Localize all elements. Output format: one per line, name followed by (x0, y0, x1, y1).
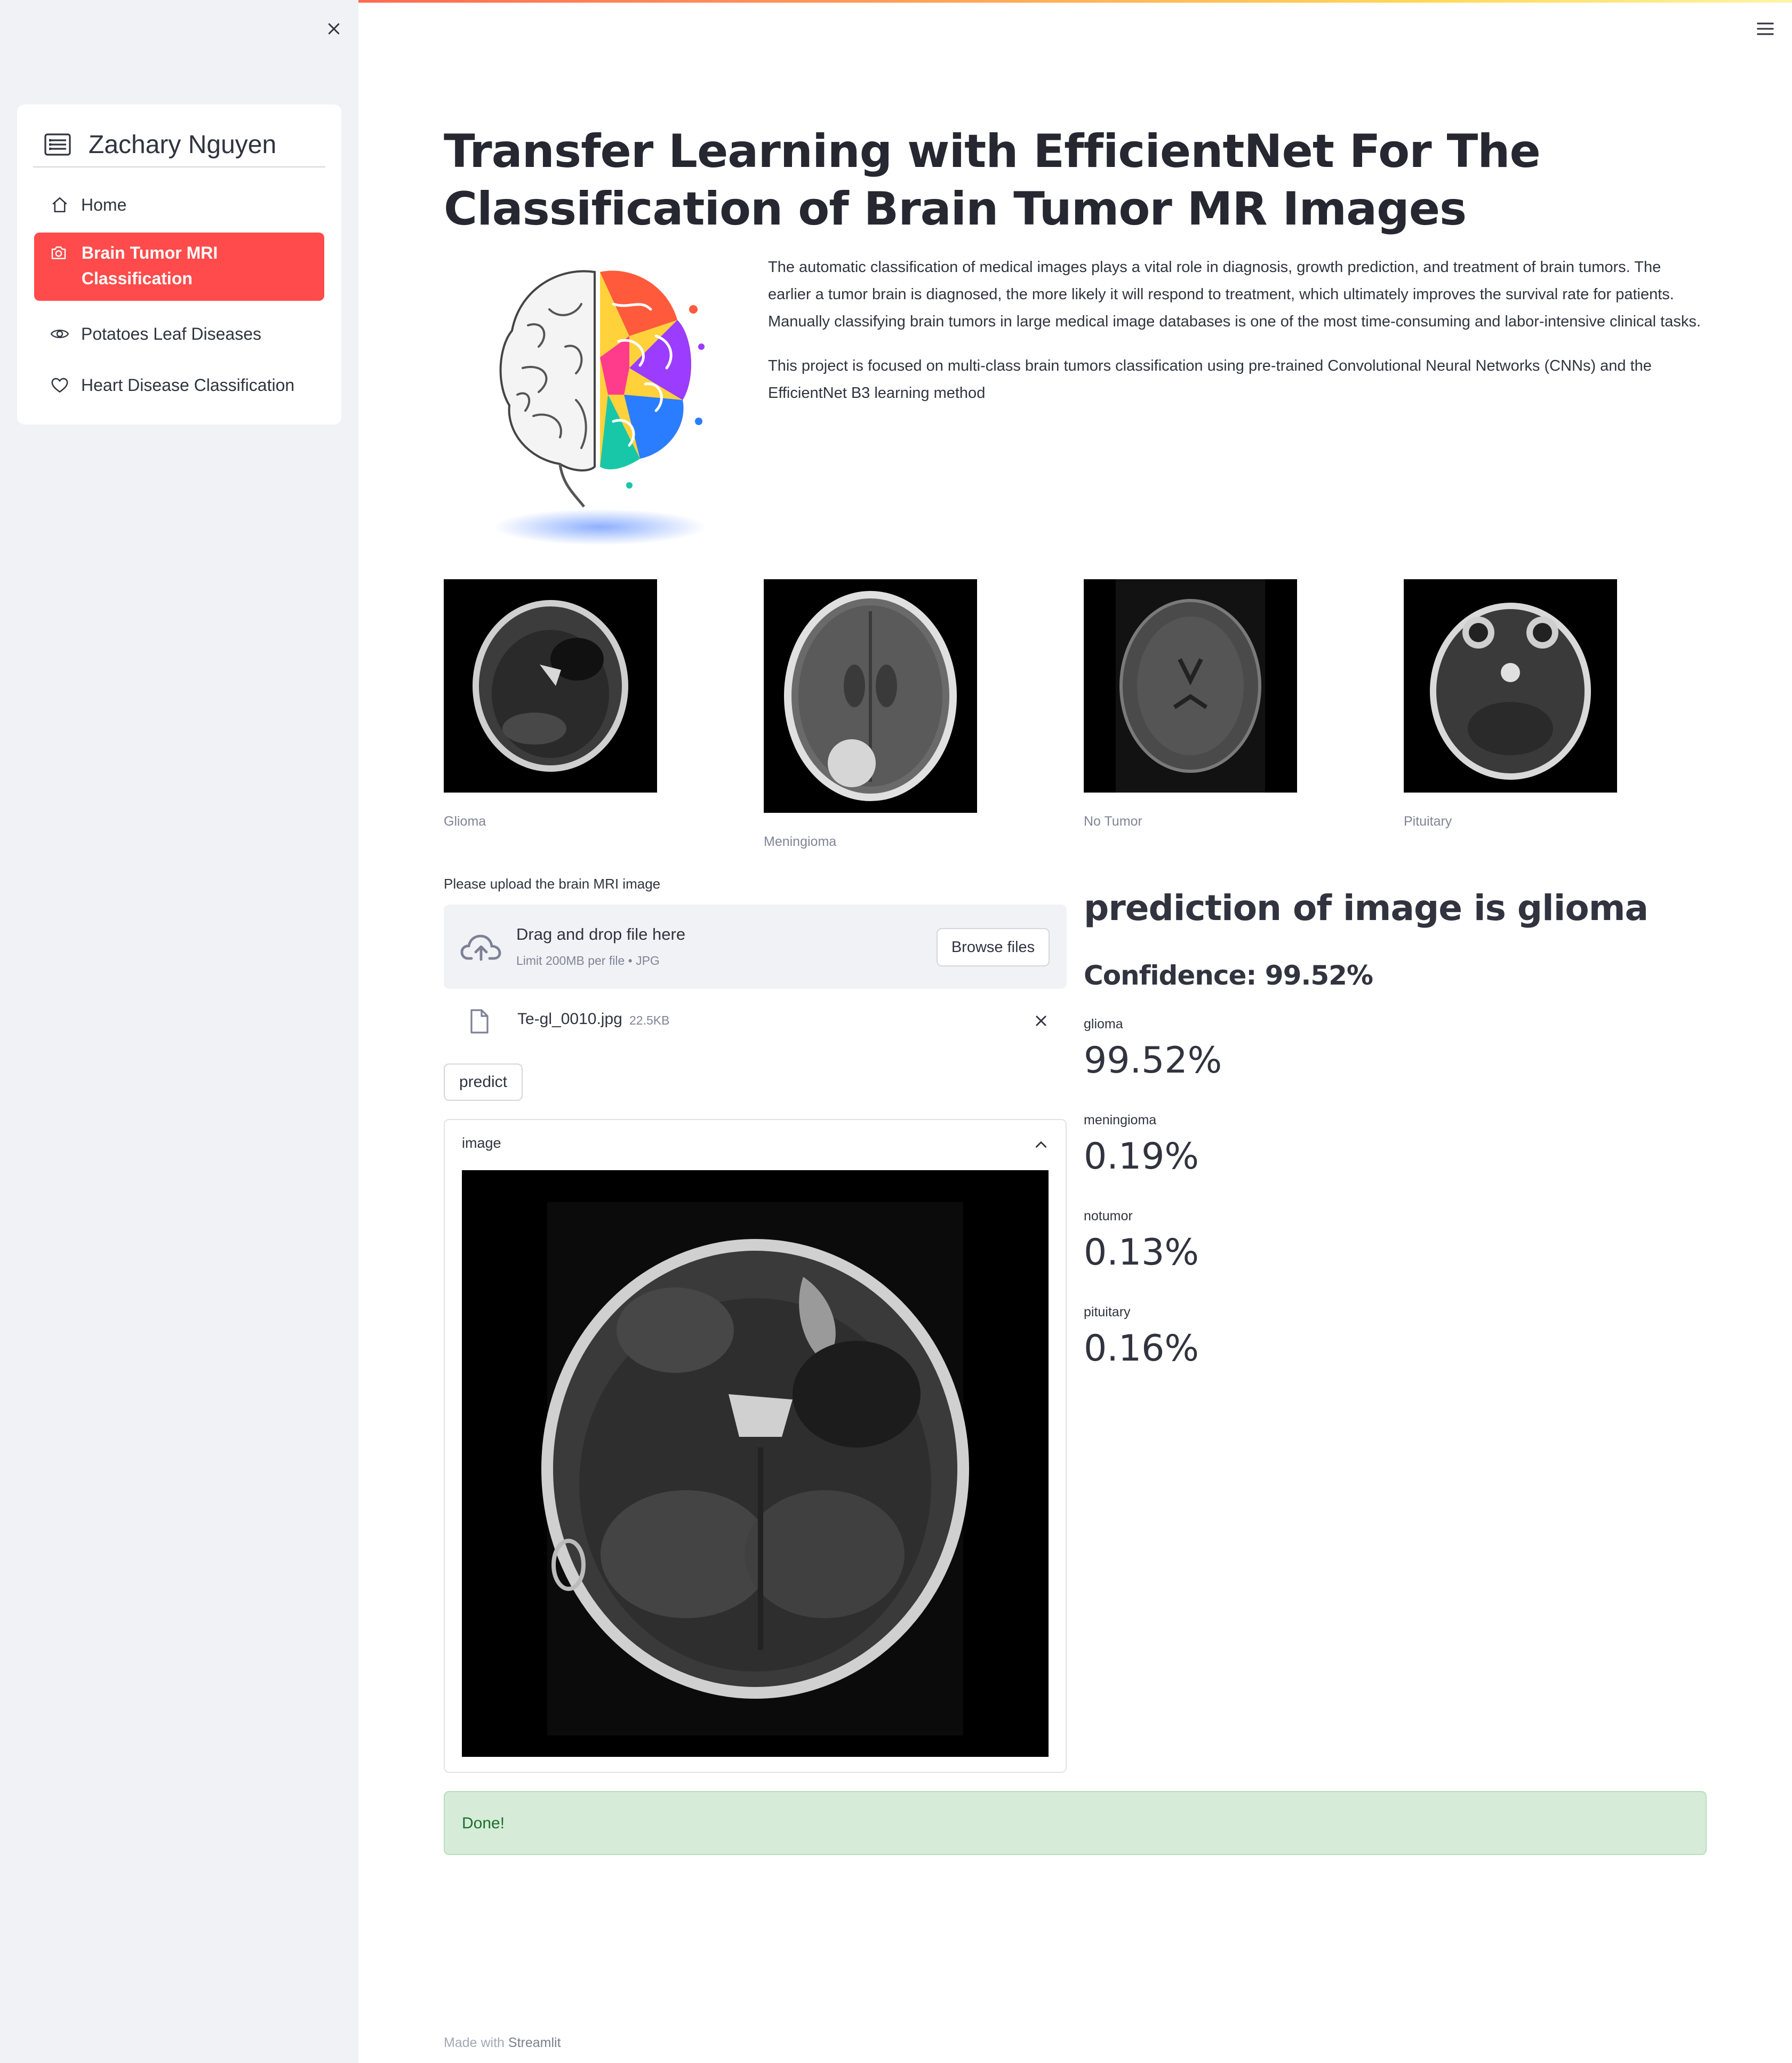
footer-prefix: Made with (444, 2035, 505, 2050)
option-menu: Zachary Nguyen Home Brain Tumor MRI Clas… (17, 105, 341, 425)
metric-value: 0.19% (1084, 1136, 1199, 1178)
hamburger-icon (1757, 22, 1774, 35)
sidebar: Zachary Nguyen Home Brain Tumor MRI Clas… (0, 0, 358, 2063)
sample-caption: Pituitary (1404, 814, 1452, 829)
metric-glioma: glioma 99.52% (1084, 1017, 1222, 1082)
predict-button[interactable]: predict (444, 1064, 523, 1101)
house-icon (49, 194, 70, 215)
expander-label[interactable]: image (462, 1135, 501, 1152)
metric-label: glioma (1084, 1017, 1123, 1032)
file-name: Te-gl_0010.jpg (517, 1010, 622, 1028)
success-alert: Done! (444, 1791, 1707, 1855)
metric-value: 99.52% (1084, 1040, 1222, 1082)
menu-title: Zachary Nguyen (89, 130, 277, 159)
cloud-upload-icon (460, 934, 501, 961)
metric-notumor: notumor 0.13% (1084, 1209, 1199, 1274)
uploaded-mri-image (462, 1170, 1049, 1757)
menu-header: Zachary Nguyen (33, 123, 325, 167)
mri-image (444, 579, 657, 793)
sample-pituitary: Pituitary (1404, 579, 1617, 829)
dropzone-title: Drag and drop file here (516, 925, 686, 943)
metric-label: pituitary (1084, 1305, 1131, 1320)
heart-icon (49, 374, 70, 396)
page-title: Transfer Learning with EfficientNet For … (444, 125, 1541, 236)
success-message: Done! (462, 1814, 505, 1832)
sample-no-tumor: No Tumor (1084, 579, 1297, 829)
brain-illustration (469, 261, 725, 549)
intro-paragraph: This project is focused on multi-class b… (768, 357, 1652, 402)
mri-image (1404, 579, 1617, 793)
browse-files-button[interactable]: Browse files (937, 928, 1050, 966)
file-dropzone[interactable]: Drag and drop file here Limit 200MB per … (444, 905, 1067, 989)
prediction-title: prediction of image is glioma (1084, 887, 1649, 929)
footer: Made with Streamlit (444, 2035, 561, 2051)
metric-value: 0.16% (1084, 1328, 1199, 1370)
chevron-up-icon (1035, 1141, 1047, 1148)
mri-image (764, 579, 977, 813)
sample-caption: Glioma (444, 814, 486, 829)
metric-meningioma: meningioma 0.19% (1084, 1113, 1199, 1178)
metric-pituitary: pituitary 0.16% (1084, 1305, 1199, 1370)
sidebar-item-label: Potatoes Leaf Diseases (81, 324, 261, 343)
dropzone-limit: Limit 200MB per file • JPG (516, 954, 660, 967)
eye-icon (49, 323, 70, 345)
image-expander: image (444, 1119, 1067, 1773)
main-menu-button[interactable] (1755, 18, 1776, 39)
file-size: 22.5KB (629, 1013, 670, 1027)
sample-caption: No Tumor (1084, 814, 1142, 829)
close-icon (328, 23, 340, 35)
collapse-expander-button[interactable] (1030, 1134, 1052, 1155)
streamlit-link[interactable]: Streamlit (508, 2035, 561, 2050)
remove-file-button[interactable] (1029, 1009, 1053, 1033)
sidebar-item-label: Home (81, 195, 127, 214)
confidence-heading: Confidence: 99.52% (1084, 960, 1373, 991)
intro-paragraph: The automatic classification of medical … (768, 259, 1701, 330)
sidebar-item-brain-tumor[interactable]: Brain Tumor MRI Classification (34, 233, 324, 301)
sample-glioma: Glioma (444, 579, 657, 829)
file-icon (470, 1009, 489, 1034)
camera-icon (49, 242, 69, 263)
close-sidebar-button[interactable] (322, 17, 346, 41)
sample-meningioma: Meningioma (764, 579, 977, 849)
metric-value: 0.13% (1084, 1232, 1199, 1274)
uploaded-file: Te-gl_0010.jpg 22.5KB (444, 1003, 1067, 1040)
card-list-icon (44, 130, 74, 159)
sidebar-item-home[interactable]: Home (34, 179, 324, 230)
close-icon (1036, 1015, 1046, 1026)
upload-label: Please upload the brain MRI image (444, 876, 661, 892)
metric-label: meningioma (1084, 1113, 1157, 1128)
sidebar-item-heart[interactable]: Heart Disease Classification (34, 359, 324, 411)
mri-image (1084, 579, 1297, 793)
sidebar-item-potatoes[interactable]: Potatoes Leaf Diseases (34, 308, 324, 359)
intro-text: The automatic classification of medical … (768, 254, 1707, 424)
metric-label: notumor (1084, 1209, 1133, 1224)
sample-caption: Meningioma (764, 834, 837, 849)
sidebar-item-label: Brain Tumor MRI Classification (81, 243, 218, 288)
sidebar-item-label: Heart Disease Classification (81, 375, 295, 395)
